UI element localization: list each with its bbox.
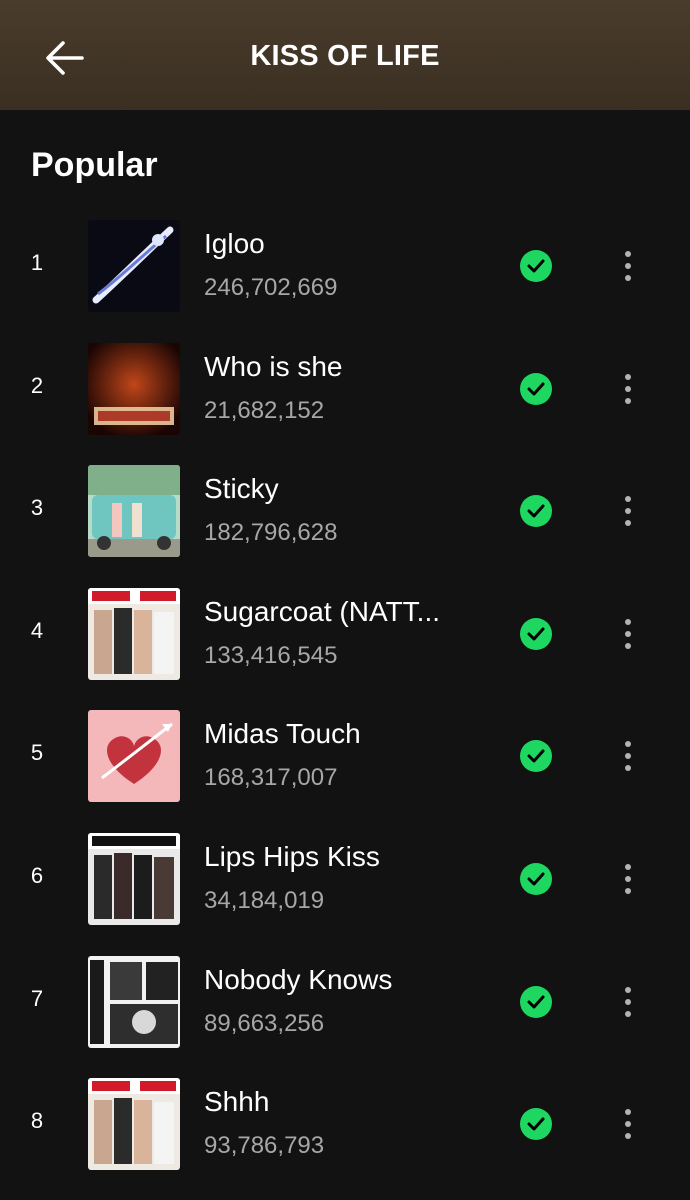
- more-options-button[interactable]: [608, 980, 648, 1024]
- track-title: Sticky: [204, 473, 279, 505]
- more-dot: [625, 385, 631, 392]
- track-row[interactable]: 2 Who is she 21,682,152: [0, 341, 690, 464]
- play-count: 168,317,007: [204, 764, 338, 792]
- saved-check-button[interactable]: [520, 985, 552, 1018]
- section-title: Popular: [31, 146, 158, 184]
- saved-check-button[interactable]: [520, 862, 552, 895]
- more-dot: [625, 520, 631, 527]
- more-dot: [625, 887, 631, 894]
- more-dot: [625, 496, 631, 503]
- track-row[interactable]: 5 Midas Touch 168,317,007: [0, 708, 690, 831]
- track-row[interactable]: 1 Igloo 246,702,669: [0, 218, 690, 341]
- track-rank: 7: [30, 985, 44, 1011]
- more-dot: [625, 263, 631, 269]
- top-bar: KISS OF LIFE: [0, 0, 690, 110]
- play-count: 34,184,019: [204, 886, 325, 914]
- album-art: [88, 587, 180, 680]
- saved-check-button[interactable]: [520, 617, 552, 650]
- more-options-button[interactable]: [608, 1102, 648, 1146]
- more-options-button[interactable]: [608, 489, 648, 533]
- album-art: [88, 1078, 180, 1171]
- track-rank: 4: [30, 617, 44, 643]
- more-dot: [625, 998, 631, 1005]
- more-options-button[interactable]: [608, 857, 648, 901]
- check-icon: [527, 872, 545, 886]
- page-title: KISS OF LIFE: [250, 40, 440, 72]
- track-title: Igloo: [204, 228, 265, 259]
- track-title: Midas Touch: [204, 718, 361, 750]
- more-dot: [625, 765, 631, 772]
- more-options-button[interactable]: [608, 612, 648, 656]
- play-count: 89,663,256: [204, 1009, 325, 1037]
- track-title: Shhh: [204, 1086, 270, 1118]
- saved-check-button[interactable]: [520, 495, 552, 528]
- track-row[interactable]: 6 Lips Hips Kiss 34,184,019: [0, 831, 690, 954]
- more-dot: [625, 251, 631, 257]
- more-dot: [625, 275, 631, 281]
- play-count: 133,416,545: [204, 641, 338, 669]
- play-count: 246,702,669: [204, 274, 338, 301]
- more-dot: [625, 630, 631, 637]
- track-rank: 8: [30, 1108, 44, 1134]
- album-art: [88, 955, 180, 1048]
- more-dot: [625, 863, 631, 870]
- more-dot: [625, 1121, 631, 1128]
- track-title: Sugarcoat (NATT...: [204, 595, 441, 627]
- album-art: [88, 832, 180, 925]
- track-row[interactable]: 8 Shhh 93,786,793: [0, 1076, 690, 1199]
- saved-check-button[interactable]: [520, 250, 552, 282]
- check-icon: [527, 749, 545, 763]
- more-dot: [625, 753, 631, 760]
- track-rank: 1: [30, 250, 44, 275]
- more-options-button[interactable]: [608, 367, 648, 411]
- more-dot: [625, 618, 631, 625]
- saved-check-button[interactable]: [520, 1108, 552, 1141]
- more-dot: [625, 373, 631, 380]
- check-icon: [527, 504, 545, 518]
- more-dot: [625, 986, 631, 993]
- more-dot: [625, 1133, 631, 1140]
- track-rank: 3: [30, 495, 44, 521]
- more-dot: [625, 508, 631, 515]
- more-dot: [625, 1010, 631, 1017]
- track-row[interactable]: 7 Nobody Knows 89,663,256: [0, 954, 690, 1077]
- album-art: [88, 465, 180, 558]
- more-dot: [625, 741, 631, 748]
- check-icon: [527, 1117, 545, 1131]
- check-icon: [527, 995, 545, 1009]
- saved-check-button[interactable]: [520, 740, 552, 773]
- play-count: 21,682,152: [204, 396, 325, 424]
- more-dot: [625, 642, 631, 649]
- check-icon: [527, 382, 545, 396]
- album-art: [88, 220, 180, 312]
- play-count: 182,796,628: [204, 519, 338, 547]
- track-title: Lips Hips Kiss: [204, 840, 380, 872]
- more-options-button[interactable]: [608, 244, 648, 288]
- track-title: Nobody Knows: [204, 963, 393, 995]
- album-art: [88, 342, 180, 435]
- track-rank: 2: [30, 372, 44, 398]
- check-icon: [527, 259, 545, 273]
- album-art: [88, 710, 180, 803]
- track-row[interactable]: 3 Sticky 182,796,628: [0, 463, 690, 586]
- more-dot: [625, 875, 631, 882]
- track-list: 1 Igloo 246,702,669 2 Who is she 21,682,…: [0, 218, 690, 1199]
- track-rank: 6: [30, 862, 44, 888]
- track-row[interactable]: 4 Sugarcoat (NATT... 133,416,545: [0, 586, 690, 709]
- track-title: Who is she: [204, 350, 343, 382]
- more-options-button[interactable]: [608, 734, 648, 778]
- saved-check-button[interactable]: [520, 372, 552, 405]
- check-icon: [527, 627, 545, 641]
- more-dot: [625, 397, 631, 404]
- play-count: 93,786,793: [204, 1132, 325, 1160]
- track-rank: 5: [30, 740, 44, 766]
- more-dot: [625, 1109, 631, 1116]
